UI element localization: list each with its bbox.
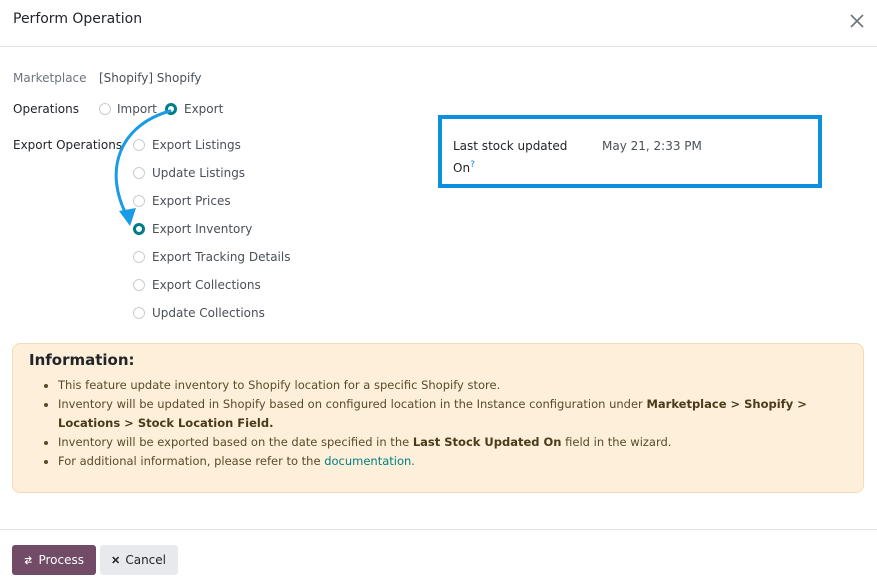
option-update-collections[interactable]: Update Collections: [152, 306, 265, 320]
info-item: This feature update inventory to Shopify…: [58, 376, 857, 395]
transfer-icon: [24, 556, 32, 565]
documentation-link[interactable]: documentation.: [324, 454, 415, 468]
info-item-text: field in the wizard.: [561, 435, 672, 449]
cancel-button-label: Cancel: [125, 553, 166, 567]
marketplace-value: [Shopify] Shopify: [99, 71, 202, 85]
radio-export-tracking-details[interactable]: [133, 251, 145, 263]
information-box: Information: This feature update invento…: [12, 343, 864, 493]
close-button[interactable]: [847, 11, 867, 31]
info-item: Inventory will be exported based on the …: [58, 433, 857, 452]
info-item-text: This feature update inventory to Shopify…: [58, 378, 501, 392]
close-icon: [850, 14, 864, 28]
cancel-button[interactable]: Cancel: [100, 545, 178, 575]
info-item-text: Inventory will be exported based on the …: [58, 435, 413, 449]
dialog-header: Perform Operation: [0, 0, 877, 47]
information-list: This feature update inventory to Shopify…: [37, 376, 857, 471]
dialog-footer: Process Cancel: [0, 529, 877, 583]
operations-label: Operations: [13, 102, 79, 116]
info-item: Inventory will be updated in Shopify bas…: [58, 395, 857, 433]
radio-update-collections[interactable]: [133, 307, 145, 319]
radio-export-collections[interactable]: [133, 279, 145, 291]
info-item-text: Inventory will be updated in Shopify bas…: [58, 397, 647, 411]
last-stock-value[interactable]: May 21, 2:33 PM: [602, 139, 702, 153]
dialog-title: Perform Operation: [13, 11, 143, 27]
annotation-arrow: [114, 109, 172, 226]
process-button[interactable]: Process: [12, 545, 96, 575]
information-title: Information:: [29, 351, 135, 369]
marketplace-label: Marketplace: [13, 71, 87, 85]
info-item-text: For additional information, please refer…: [58, 454, 325, 468]
process-button-label: Process: [38, 553, 84, 567]
option-export-collections[interactable]: Export Collections: [152, 278, 261, 292]
info-item-bold: Last Stock Updated On: [412, 435, 562, 449]
info-item: For additional information, please refer…: [58, 452, 857, 471]
times-icon: [112, 556, 120, 564]
last-stock-label: Last stock updated On?: [453, 137, 583, 178]
option-export-tracking-details[interactable]: Export Tracking Details: [152, 250, 290, 264]
help-tooltip-icon[interactable]: ?: [470, 160, 475, 170]
